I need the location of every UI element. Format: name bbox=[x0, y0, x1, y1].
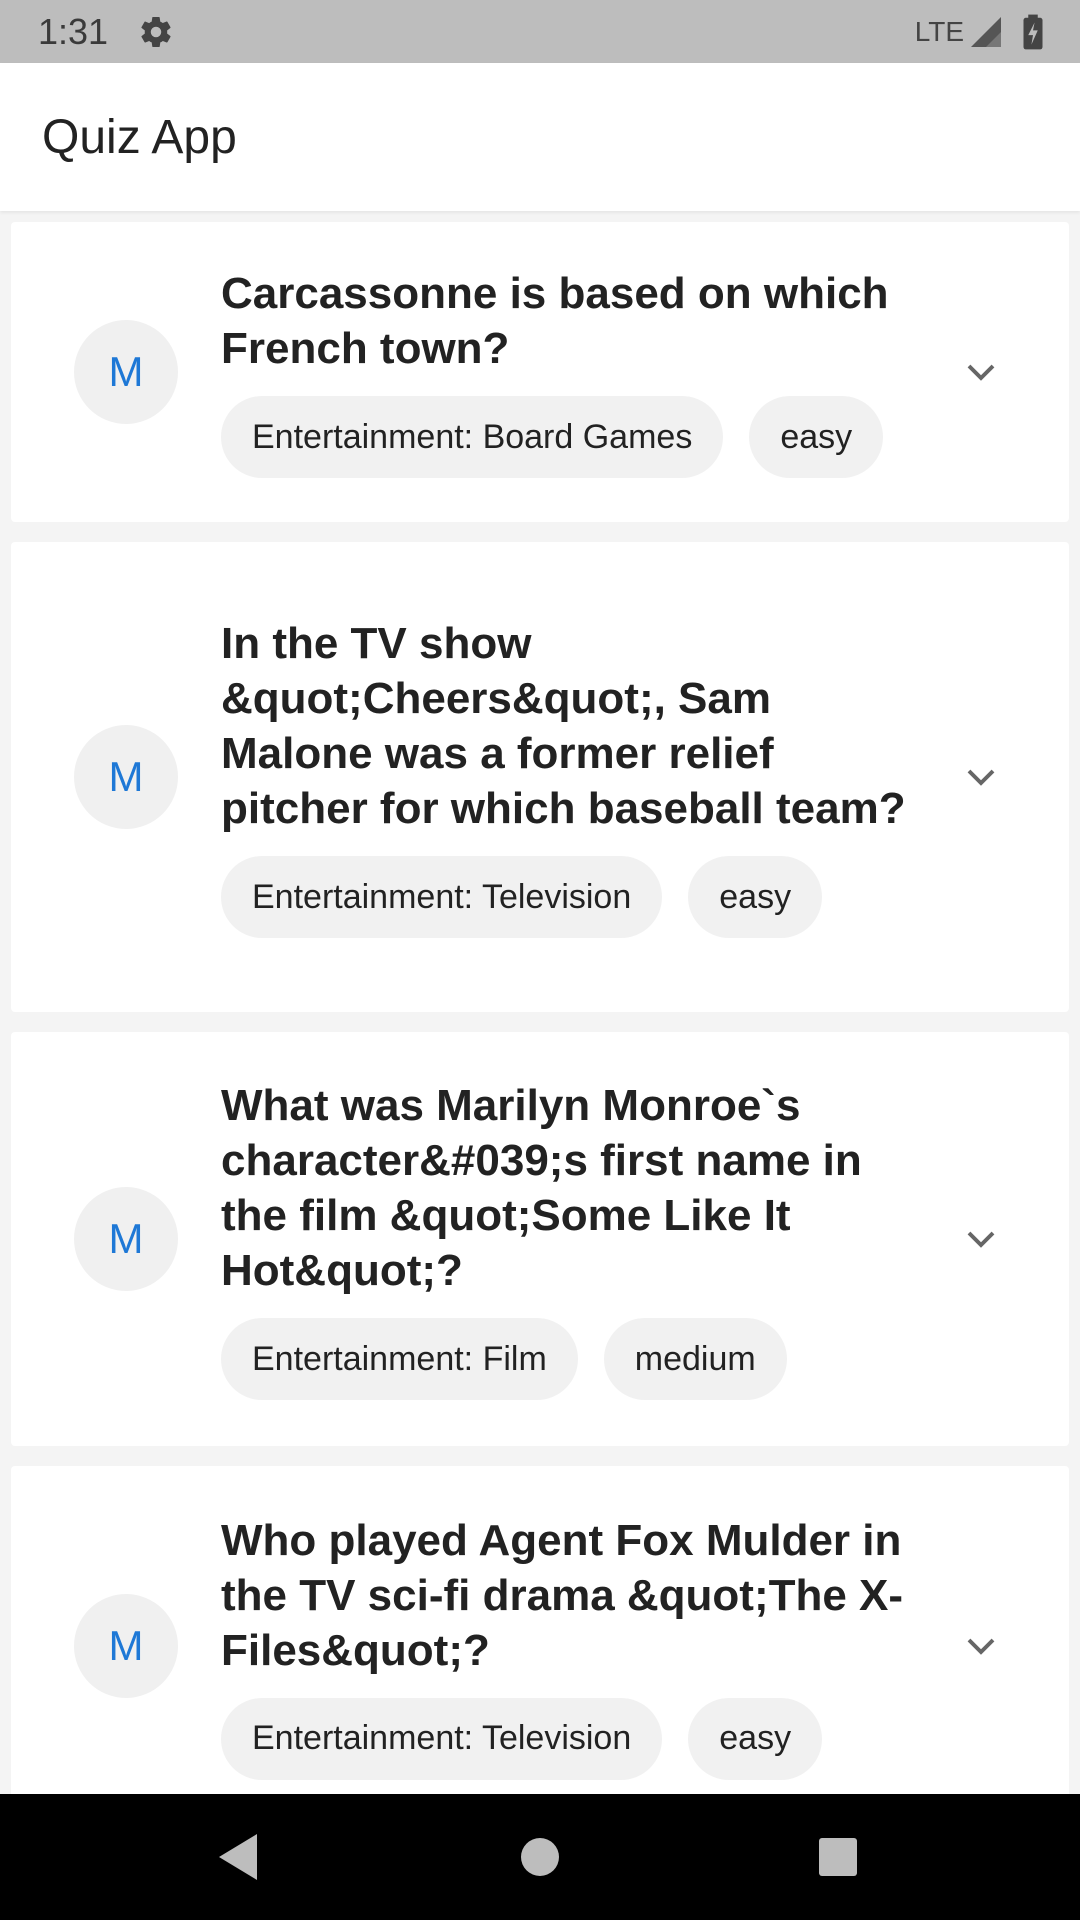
battery-icon bbox=[1020, 13, 1046, 51]
question-text: Carcassonne is based on which French tow… bbox=[221, 269, 889, 373]
status-bar: 1:31 LTE bbox=[0, 0, 1080, 63]
question-card[interactable]: M What was Marilyn Monroe`s character&#0… bbox=[11, 1032, 1069, 1446]
question-text: In the TV show &quot;Cheers&quot;, Sam M… bbox=[221, 619, 906, 833]
difficulty-chip: easy bbox=[688, 1697, 823, 1780]
category-chip: Entertainment: Television bbox=[221, 856, 663, 938]
question-list[interactable]: M Carcassonne is based on which French t… bbox=[0, 211, 1080, 1794]
recents-icon[interactable] bbox=[818, 1837, 858, 1877]
avatar: M bbox=[74, 320, 178, 424]
avatar: M bbox=[74, 1594, 178, 1698]
chevron-down-icon[interactable] bbox=[961, 757, 1001, 797]
category-chip: Entertainment: Film bbox=[221, 1318, 578, 1400]
app-bar: Quiz App bbox=[0, 63, 1080, 211]
chevron-down-icon[interactable] bbox=[961, 1219, 1001, 1259]
question-text: Who played Agent Fox Mulder in the TV sc… bbox=[221, 1515, 904, 1675]
gear-icon bbox=[138, 14, 174, 50]
difficulty-chip: easy bbox=[688, 856, 823, 938]
category-chip: Entertainment: Board Games bbox=[221, 396, 724, 478]
question-text: What was Marilyn Monroe`s character&#039… bbox=[221, 1081, 862, 1295]
navigation-bar bbox=[0, 1794, 1080, 1920]
chevron-down-icon[interactable] bbox=[961, 1626, 1001, 1666]
avatar: M bbox=[74, 1187, 178, 1291]
category-chip: Entertainment: Television bbox=[221, 1697, 663, 1780]
question-card[interactable]: M Carcassonne is based on which French t… bbox=[11, 222, 1069, 522]
chevron-down-icon[interactable] bbox=[961, 352, 1001, 392]
network-label: LTE bbox=[914, 15, 964, 47]
signal-icon bbox=[968, 14, 1004, 50]
question-card[interactable]: M Who played Agent Fox Mulder in the TV … bbox=[11, 1466, 1069, 1794]
difficulty-chip: medium bbox=[603, 1318, 787, 1400]
avatar: M bbox=[74, 725, 178, 829]
home-icon[interactable] bbox=[520, 1837, 560, 1877]
page-title: Quiz App bbox=[42, 110, 237, 164]
status-time: 1:31 bbox=[38, 10, 109, 52]
back-icon[interactable] bbox=[217, 1832, 259, 1882]
question-card[interactable]: M In the TV show &quot;Cheers&quot;, Sam… bbox=[11, 542, 1069, 1012]
difficulty-chip: easy bbox=[749, 396, 884, 478]
